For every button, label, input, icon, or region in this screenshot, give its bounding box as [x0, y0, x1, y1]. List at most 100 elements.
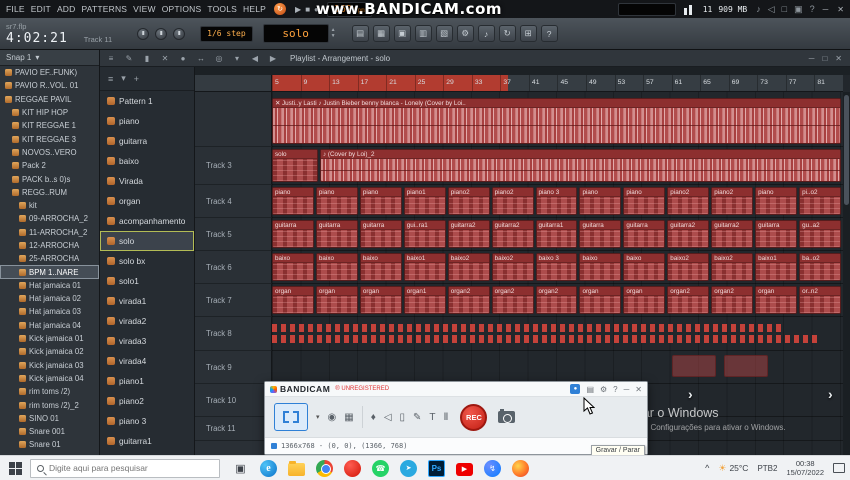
- pattern-clip[interactable]: guitarra: [272, 220, 314, 248]
- pattern-clip[interactable]: solo: [272, 149, 318, 182]
- pattern-clip[interactable]: guitarra: [579, 220, 621, 248]
- draw-overlay-icon[interactable]: ✎: [413, 412, 421, 423]
- paint-tool-icon[interactable]: ▮: [140, 54, 154, 63]
- minimize-icon[interactable]: ─: [624, 385, 630, 394]
- browser-panel-icon[interactable]: ▧: [436, 25, 453, 42]
- pattern-clip[interactable]: baixo2: [448, 253, 490, 281]
- messenger-icon[interactable]: ↯: [484, 460, 501, 477]
- pattern-clip[interactable]: piano: [272, 187, 314, 215]
- pattern-spinner[interactable]: ▲▼: [331, 28, 336, 39]
- folder-icon[interactable]: ▤: [586, 385, 594, 394]
- pattern-clip[interactable]: baixo: [623, 253, 665, 281]
- play-button[interactable]: ▶: [295, 5, 301, 14]
- browser-item[interactable]: KIT REGGAE 1: [0, 119, 99, 132]
- taskbar-clock[interactable]: 00:38 15/07/2022: [786, 459, 824, 478]
- pattern-filter-icon[interactable]: ▾: [121, 73, 126, 84]
- pattern-item[interactable]: piano: [100, 111, 194, 131]
- pattern-clip[interactable]: ba..o2: [799, 253, 841, 281]
- pattern-item[interactable]: solo1: [100, 271, 194, 291]
- close-icon[interactable]: ✕: [635, 385, 642, 394]
- track-name-cell[interactable]: Track 3: [195, 147, 272, 185]
- time-display[interactable]: 4:02:21: [6, 31, 68, 46]
- pattern-item[interactable]: solo bx: [100, 251, 194, 271]
- browser-item[interactable]: 25-ARROCHA: [0, 252, 99, 265]
- plugin-picker-icon[interactable]: ⊞: [520, 25, 537, 42]
- browser-item[interactable]: SINO 01: [0, 412, 99, 425]
- track-name-cell[interactable]: Track 4: [195, 185, 272, 218]
- microphone-icon[interactable]: ♦: [371, 412, 376, 423]
- pattern-clip[interactable]: baixo: [579, 253, 621, 281]
- pattern-clip[interactable]: piano2: [711, 187, 753, 215]
- pattern-item[interactable]: piano 3: [100, 411, 194, 431]
- pattern-clip[interactable]: piano2: [492, 187, 534, 215]
- pattern-clip[interactable]: baixo1: [755, 253, 797, 281]
- track-name-cell[interactable]: Track 7: [195, 284, 272, 317]
- playlist-track-row[interactable]: ✕ Justi..y Lasti ♪ Justin Bieber benny b…: [272, 92, 843, 147]
- weather-widget[interactable]: ☀25°C: [718, 463, 748, 474]
- pattern-clip[interactable]: pi..o2: [799, 187, 841, 215]
- browser-item[interactable]: 09-ARROCHA_2: [0, 212, 99, 225]
- draw-tool-icon[interactable]: ✎: [122, 54, 136, 63]
- stop-button[interactable]: ■: [305, 5, 310, 14]
- playlist-track-row[interactable]: [272, 351, 843, 384]
- browser-item[interactable]: REGG..RUM: [0, 186, 99, 199]
- whatsapp-icon[interactable]: ☎: [372, 460, 389, 477]
- pattern-clip[interactable]: organ2: [448, 286, 490, 314]
- pattern-clip[interactable]: organ: [623, 286, 665, 314]
- pattern-clip[interactable]: organ2: [667, 286, 709, 314]
- pattern-clip[interactable]: organ2: [711, 286, 753, 314]
- pattern-clip[interactable]: guitarra2: [448, 220, 490, 248]
- pattern-item[interactable]: virada2: [100, 311, 194, 331]
- pattern-clip[interactable]: baixo: [316, 253, 358, 281]
- browser-item[interactable]: NOVOS..VERO: [0, 146, 99, 159]
- language-indicator[interactable]: PTB2: [757, 464, 777, 473]
- pattern-clip[interactable]: guitarra: [316, 220, 358, 248]
- search-input[interactable]: [49, 463, 199, 473]
- track-name-cell[interactable]: Track 9: [195, 351, 272, 384]
- pattern-item[interactable]: acompanhamento: [100, 211, 194, 231]
- pattern-clip[interactable]: piano: [316, 187, 358, 215]
- playlist-scrollbar[interactable]: [843, 92, 850, 455]
- pattern-item[interactable]: guitarra1: [100, 431, 194, 451]
- playlist-track-row[interactable]: pianopianopianopiano1piano2piano2piano 3…: [272, 185, 843, 218]
- pattern-clip[interactable]: gui..ra1: [404, 220, 446, 248]
- menu-view[interactable]: VIEW: [130, 2, 159, 16]
- timeline-ruler[interactable]: 59131721252933374145495357616569737781: [272, 75, 843, 92]
- pattern-item[interactable]: virada1: [100, 291, 194, 311]
- browser-header[interactable]: Snap 1 ▾: [0, 50, 99, 66]
- pattern-item[interactable]: piano2: [100, 391, 194, 411]
- playlist-track-row[interactable]: guitarraguitarraguitarragui..ra1guitarra…: [272, 218, 843, 251]
- bandicam-tray-icon[interactable]: [344, 460, 361, 477]
- pattern-item[interactable]: solo: [100, 231, 194, 251]
- next-marker-icon[interactable]: ▶: [266, 54, 280, 63]
- mode-dropdown-icon[interactable]: ▾: [316, 413, 320, 421]
- pattern-clip[interactable]: guitarra: [360, 220, 402, 248]
- menu-tools[interactable]: TOOLS: [204, 2, 240, 16]
- pattern-item[interactable]: virada4: [100, 351, 194, 371]
- browser-item[interactable]: Snare 01: [0, 438, 99, 451]
- audio-clip[interactable]: [724, 355, 768, 377]
- add-pattern-icon[interactable]: +: [134, 74, 139, 84]
- pattern-clip[interactable]: organ2: [492, 286, 534, 314]
- menu-edit[interactable]: EDIT: [28, 2, 54, 16]
- help-icon[interactable]: ?: [810, 4, 815, 15]
- pattern-clip[interactable]: organ: [579, 286, 621, 314]
- pattern-item[interactable]: Virada: [100, 171, 194, 191]
- firefox-icon[interactable]: [512, 460, 529, 477]
- menu-patterns[interactable]: PATTERNS: [78, 2, 130, 16]
- master-volume-knob[interactable]: [137, 28, 149, 40]
- snap-magnet-icon[interactable]: ▾: [230, 54, 244, 63]
- browser-item[interactable]: BPM 1..NARE: [0, 265, 99, 278]
- pattern-clip[interactable]: baixo2: [667, 253, 709, 281]
- mute-tool-icon[interactable]: ●: [176, 54, 190, 63]
- tray-expand-icon[interactable]: ^: [705, 463, 709, 473]
- browser-item[interactable]: Hat jamaica 02: [0, 292, 99, 305]
- close-button[interactable]: ✕: [835, 54, 842, 63]
- browser-item[interactable]: PACK b..s 0)s: [0, 172, 99, 185]
- slip-tool-icon[interactable]: ↔: [194, 54, 208, 63]
- pattern-clip[interactable]: piano 3: [536, 187, 578, 215]
- pattern-clip[interactable]: organ: [272, 286, 314, 314]
- region-mode-button[interactable]: [274, 403, 308, 431]
- pattern-item[interactable]: guitarra: [100, 131, 194, 151]
- pattern-clip[interactable]: organ2: [536, 286, 578, 314]
